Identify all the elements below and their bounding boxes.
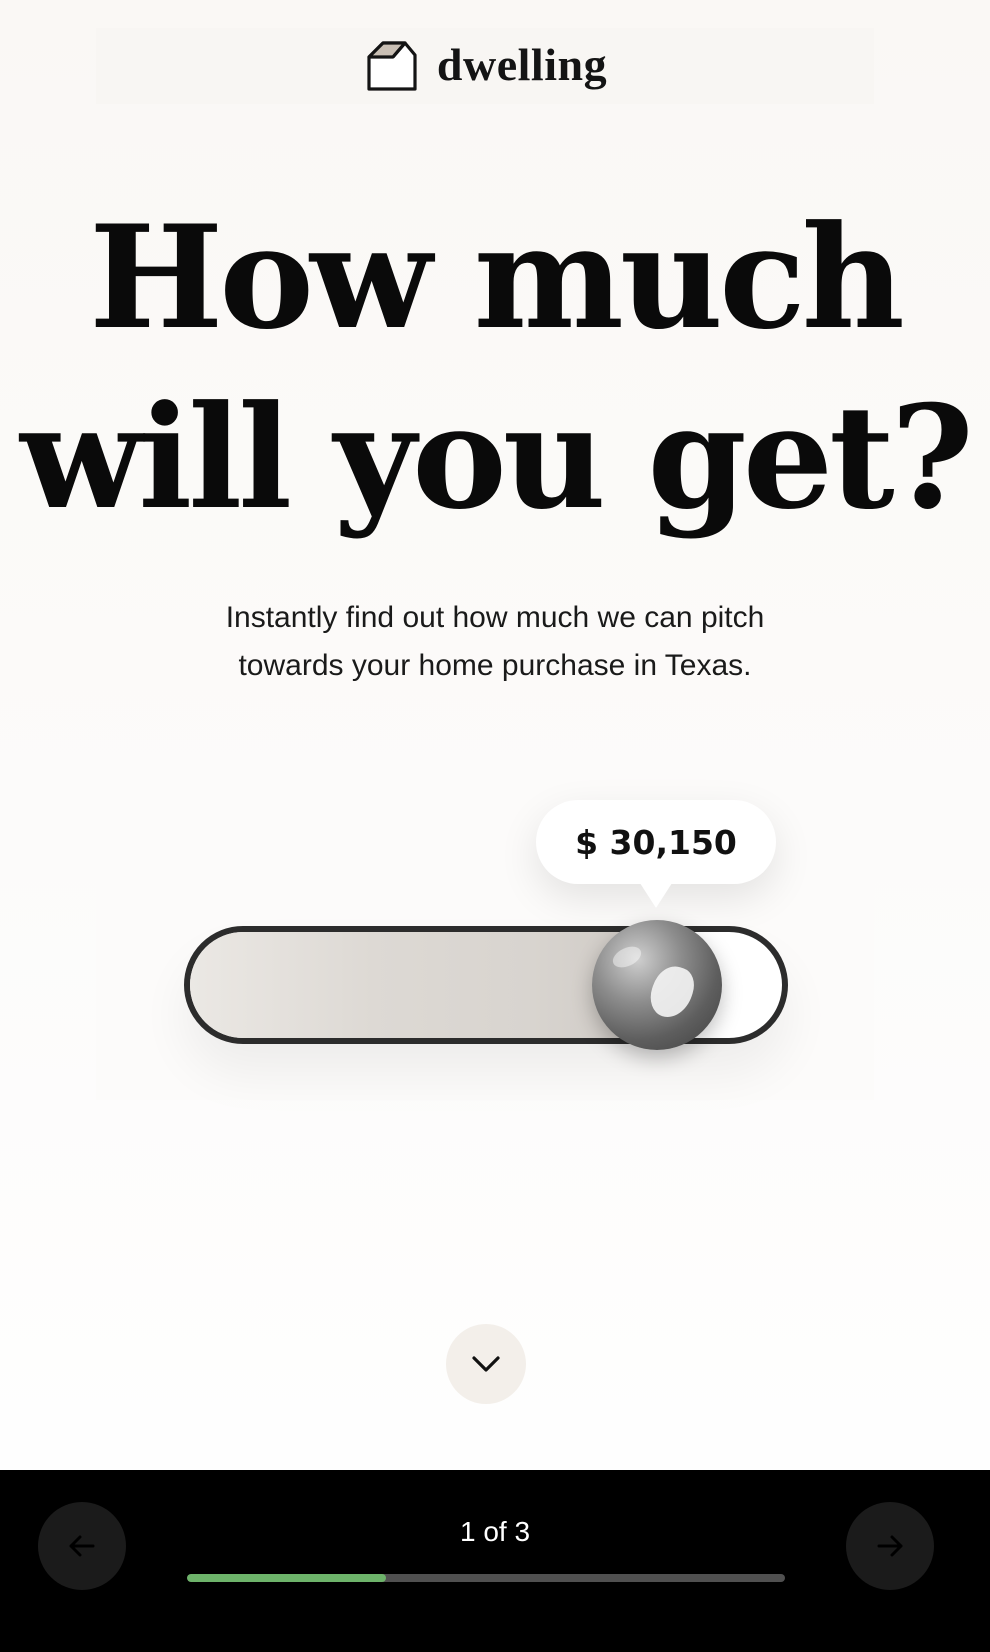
scroll-down-button[interactable]	[446, 1324, 526, 1404]
arrow-right-icon	[877, 1535, 903, 1557]
brand-logo[interactable]: dwelling	[363, 39, 607, 93]
hero-title: How much will you get?	[0, 188, 990, 548]
house-outline-icon	[367, 41, 417, 91]
page: dwelling How much will you get? Instantl…	[0, 0, 990, 1652]
slider-value-bubble: $ 30,150	[536, 800, 776, 884]
pager-bar: 1 of 3	[0, 1470, 990, 1652]
knob-highlight	[609, 942, 645, 972]
hero-subtitle-line-2: towards your home purchase in Texas.	[238, 649, 752, 682]
previous-button[interactable]	[38, 1502, 126, 1590]
hero-title-line-1: How much	[89, 195, 905, 361]
progress-bar	[187, 1574, 785, 1582]
hero-subtitle: Instantly find out how much we can pitch…	[180, 594, 810, 690]
hero-subtitle-line-1: Instantly find out how much we can pitch	[225, 601, 765, 634]
knob-reflection	[644, 961, 700, 1023]
progress-bar-fill	[187, 1574, 387, 1582]
slider-value-label: $ 30,150	[575, 822, 737, 862]
site-header: dwelling	[96, 28, 874, 104]
brand-name: dwelling	[436, 38, 608, 90]
chevron-down-icon	[472, 1356, 500, 1372]
amount-slider-fill	[190, 932, 646, 1038]
hero-title-line-2: will you get?	[20, 375, 974, 541]
arrow-left-icon	[69, 1535, 95, 1557]
amount-slider-handle[interactable]	[592, 920, 722, 1050]
next-button[interactable]	[846, 1502, 934, 1590]
bubble-pointer	[638, 880, 674, 908]
page-counter: 1 of 3	[459, 1516, 531, 1547]
